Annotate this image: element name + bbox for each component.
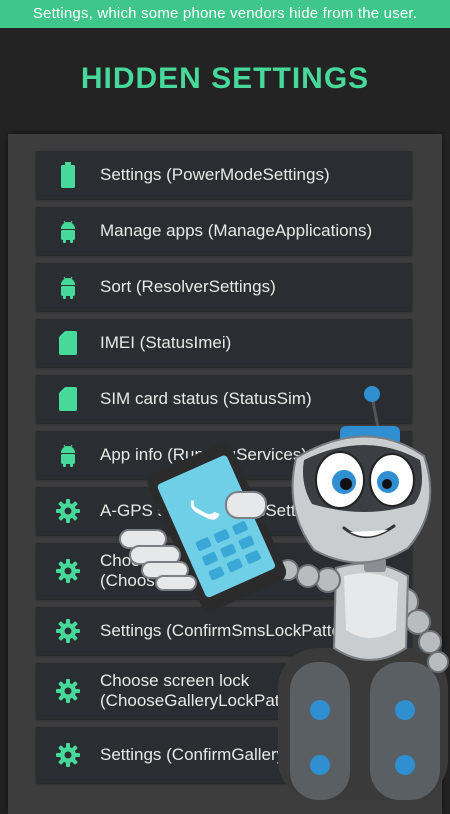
robot-antenna [364, 386, 380, 429]
battery-icon [36, 162, 100, 188]
list-item-label: Manage apps (ManageApplications) [100, 221, 373, 240]
sim-card-icon [36, 387, 100, 411]
gear-icon [36, 619, 100, 643]
android-icon [36, 219, 100, 243]
gear-icon [36, 743, 100, 767]
android-icon [36, 275, 100, 299]
top-banner: Settings, which some phone vendors hide … [0, 0, 450, 28]
robot-body [332, 558, 410, 661]
list-item-resolver-settings[interactable]: Sort (ResolverSettings) [36, 263, 412, 311]
banner-text: Settings, which some phone vendors hide … [32, 5, 418, 22]
list-item-manage-applications[interactable]: Manage apps (ManageApplications) [36, 207, 412, 255]
list-item-label: Settings (PowerModeSettings) [100, 165, 330, 184]
gear-icon [36, 679, 100, 703]
robot-tracks [278, 648, 448, 800]
list-item-power-mode-settings[interactable]: Settings (PowerModeSettings) [36, 151, 412, 199]
sim-card-icon [36, 331, 100, 355]
page-title: HIDDEN SETTINGS [80, 62, 370, 95]
robot-head [291, 426, 432, 564]
list-item-label: Sort (ResolverSettings) [100, 277, 276, 296]
gear-icon [36, 559, 100, 583]
android-icon [36, 443, 100, 467]
gear-icon [36, 499, 100, 523]
list-item-status-imei[interactable]: IMEI (StatusImei) [36, 319, 412, 367]
robot-left-arm [277, 559, 341, 593]
list-item-label: IMEI (StatusImei) [100, 333, 232, 352]
robot-mascot-illustration [108, 380, 450, 800]
